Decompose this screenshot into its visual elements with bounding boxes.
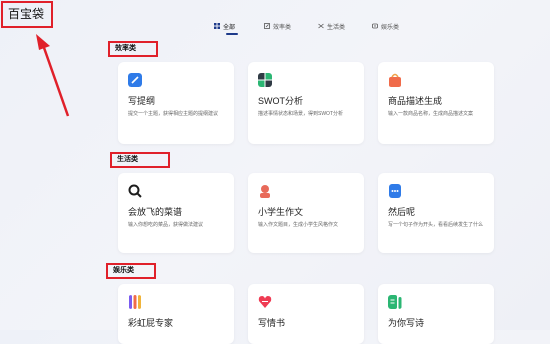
card-desc: 输入作文题目，生成小学生风格作文 bbox=[258, 222, 339, 228]
card-recipe[interactable]: 会放飞的菜谱 输入你想吃的菜品，获得做法建议 bbox=[118, 173, 234, 253]
card-love-letter[interactable]: 写情书 bbox=[248, 284, 364, 344]
card-then-what[interactable]: 然后呢 写一个句子作为开头，看看后续发生了什么 bbox=[378, 173, 494, 253]
grid-icon bbox=[214, 23, 220, 29]
tab-active-indicator bbox=[226, 33, 238, 35]
tab-label: 生活类 bbox=[327, 24, 346, 31]
card-title: 写情书 bbox=[258, 318, 286, 328]
student-icon bbox=[260, 185, 270, 198]
tab-label: 娱乐类 bbox=[381, 24, 400, 31]
card-title: 写提纲 bbox=[128, 96, 156, 106]
card-product-desc[interactable]: 商品描述生成 输入一款商品名称，生成商品描述文案 bbox=[378, 62, 494, 144]
tab-all[interactable]: 全部 bbox=[214, 19, 235, 33]
magnifier-icon bbox=[128, 184, 142, 198]
card-desc: 描述事情状态和场景，得到SWOT分析 bbox=[258, 111, 343, 117]
card-title: 小学生作文 bbox=[258, 207, 304, 217]
card-title: 会放飞的菜谱 bbox=[128, 207, 183, 217]
chat-icon bbox=[389, 184, 401, 198]
annotation-arrow bbox=[36, 34, 70, 117]
edit-icon bbox=[264, 23, 270, 29]
tab-label: 全部 bbox=[223, 24, 236, 31]
card-title: 然后呢 bbox=[388, 207, 416, 217]
bag-icon bbox=[389, 73, 401, 87]
poem-icon bbox=[388, 295, 402, 309]
section-header-entertainment: 娱乐类 bbox=[106, 263, 156, 279]
card-swot[interactable]: SWOT分析 描述事情状态和场景，得到SWOT分析 bbox=[248, 62, 364, 144]
card-title: 商品描述生成 bbox=[388, 96, 443, 106]
card-title: SWOT分析 bbox=[258, 96, 303, 106]
card-desc: 输入你想吃的菜品，获得做法建议 bbox=[128, 222, 204, 228]
card-desc: 输入一款商品名称，生成商品描述文案 bbox=[388, 111, 474, 117]
card-desc: 提交一个主题，获得相应主题的提纲建议 bbox=[128, 111, 219, 117]
card-desc: 写一个句子作为开头，看看后续发生了什么 bbox=[388, 222, 484, 228]
tab-entertainment[interactable]: 娱乐类 bbox=[372, 19, 399, 33]
outline-icon bbox=[128, 73, 142, 87]
card-title: 彩虹屁专家 bbox=[128, 318, 174, 328]
card-student-essay[interactable]: 小学生作文 输入作文题目，生成小学生风格作文 bbox=[248, 173, 364, 253]
heart-icon bbox=[258, 296, 272, 308]
tab-label: 效率类 bbox=[273, 24, 292, 31]
card-outline[interactable]: 写提纲 提交一个主题，获得相应主题的提纲建议 bbox=[118, 62, 234, 144]
section-header-efficiency: 效率类 bbox=[108, 41, 158, 57]
app-title: 百宝袋 bbox=[1, 1, 53, 28]
tab-life[interactable]: 生活类 bbox=[318, 19, 345, 33]
card-poem[interactable]: 为你写诗 bbox=[378, 284, 494, 344]
section-header-life: 生活类 bbox=[110, 152, 170, 168]
swot-icon bbox=[258, 73, 272, 87]
card-title: 为你写诗 bbox=[388, 318, 425, 328]
rainbow-icon bbox=[129, 295, 141, 309]
shuffle-icon bbox=[318, 23, 324, 29]
game-icon bbox=[372, 23, 378, 29]
tab-efficiency[interactable]: 效率类 bbox=[264, 19, 291, 33]
card-rainbow[interactable]: 彩虹屁专家 bbox=[118, 284, 234, 344]
